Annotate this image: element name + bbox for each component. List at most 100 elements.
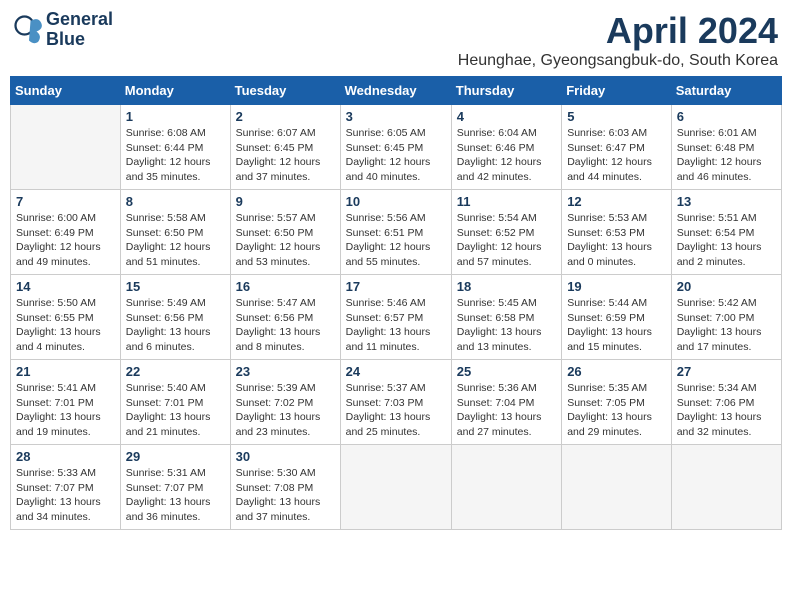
day-number: 8 xyxy=(126,194,225,209)
calendar-header-sunday: Sunday xyxy=(11,77,121,105)
calendar-header-monday: Monday xyxy=(120,77,230,105)
day-info: Sunrise: 6:08 AM Sunset: 6:44 PM Dayligh… xyxy=(126,126,225,185)
calendar-cell: 20 Sunrise: 5:42 AM Sunset: 7:00 PM Dayli… xyxy=(671,275,781,360)
day-number: 30 xyxy=(236,449,335,464)
calendar-cell: 28Sunrise: 5:33 AM Sunset: 7:07 PM Dayli… xyxy=(11,445,121,530)
day-info: Sunrise: 5:47 AM Sunset: 6:56 PM Dayligh… xyxy=(236,296,335,355)
calendar-cell: 14 Sunrise: 5:50 AM Sunset: 6:55 PM Dayli… xyxy=(11,275,121,360)
title-area: April 2024 Heunghae, Gyeongsangbuk-do, S… xyxy=(458,10,778,70)
day-info: Sunrise: 5:46 AM Sunset: 6:57 PM Dayligh… xyxy=(346,296,446,355)
day-info: Sunrise: 5:53 AM Sunset: 6:53 PM Dayligh… xyxy=(567,211,666,270)
calendar-cell: 2 Sunrise: 6:07 AM Sunset: 6:45 PM Daylig… xyxy=(230,105,340,190)
day-number: 18 xyxy=(457,279,556,294)
day-info: Sunrise: 5:57 AM Sunset: 6:50 PM Dayligh… xyxy=(236,211,335,270)
page-header: General Blue April 2024 Heunghae, Gyeong… xyxy=(10,10,782,70)
month-title: April 2024 xyxy=(458,10,778,52)
calendar-week-5: 28Sunrise: 5:33 AM Sunset: 7:07 PM Dayli… xyxy=(11,445,782,530)
day-info: Sunrise: 5:49 AM Sunset: 6:56 PM Dayligh… xyxy=(126,296,225,355)
calendar-cell: 8 Sunrise: 5:58 AM Sunset: 6:50 PM Daylig… xyxy=(120,190,230,275)
day-info: Sunrise: 5:56 AM Sunset: 6:51 PM Dayligh… xyxy=(346,211,446,270)
day-number: 13 xyxy=(677,194,776,209)
day-info: Sunrise: 5:51 AM Sunset: 6:54 PM Dayligh… xyxy=(677,211,776,270)
logo-icon xyxy=(14,15,44,45)
day-number: 17 xyxy=(346,279,446,294)
calendar-week-4: 21 Sunrise: 5:41 AM Sunset: 7:01 PM Dayli… xyxy=(11,360,782,445)
calendar-cell: 7 Sunrise: 6:00 AM Sunset: 6:49 PM Daylig… xyxy=(11,190,121,275)
day-number: 4 xyxy=(457,109,556,124)
day-info: Sunrise: 5:44 AM Sunset: 6:59 PM Dayligh… xyxy=(567,296,666,355)
day-number: 23 xyxy=(236,364,335,379)
day-number: 29 xyxy=(126,449,225,464)
day-number: 25 xyxy=(457,364,556,379)
calendar-cell: 24 Sunrise: 5:37 AM Sunset: 7:03 PM Dayli… xyxy=(340,360,451,445)
calendar-cell: 22 Sunrise: 5:40 AM Sunset: 7:01 PM Dayli… xyxy=(120,360,230,445)
day-number: 16 xyxy=(236,279,335,294)
calendar-week-3: 14 Sunrise: 5:50 AM Sunset: 6:55 PM Dayli… xyxy=(11,275,782,360)
day-info: Sunrise: 6:00 AM Sunset: 6:49 PM Dayligh… xyxy=(16,211,115,270)
day-number: 14 xyxy=(16,279,115,294)
day-info: Sunrise: 5:50 AM Sunset: 6:55 PM Dayligh… xyxy=(16,296,115,355)
day-number: 15 xyxy=(126,279,225,294)
day-info: Sunrise: 5:37 AM Sunset: 7:03 PM Dayligh… xyxy=(346,381,446,440)
calendar-cell: 10 Sunrise: 5:56 AM Sunset: 6:51 PM Dayli… xyxy=(340,190,451,275)
day-number: 24 xyxy=(346,364,446,379)
day-number: 28 xyxy=(16,449,115,464)
day-number: 20 xyxy=(677,279,776,294)
day-info: Sunrise: 5:31 AM Sunset: 7:07 PM Dayligh… xyxy=(126,466,225,525)
logo-text: General Blue xyxy=(46,10,113,50)
calendar-cell: 17 Sunrise: 5:46 AM Sunset: 6:57 PM Dayli… xyxy=(340,275,451,360)
calendar-cell: 1 Sunrise: 6:08 AM Sunset: 6:44 PM Daylig… xyxy=(120,105,230,190)
day-info: Sunrise: 6:03 AM Sunset: 6:47 PM Dayligh… xyxy=(567,126,666,185)
day-number: 9 xyxy=(236,194,335,209)
calendar-cell: 6Sunrise: 6:01 AM Sunset: 6:48 PM Daylig… xyxy=(671,105,781,190)
day-number: 2 xyxy=(236,109,335,124)
day-number: 27 xyxy=(677,364,776,379)
calendar-table: SundayMondayTuesdayWednesdayThursdayFrid… xyxy=(10,76,782,530)
calendar-week-1: 1 Sunrise: 6:08 AM Sunset: 6:44 PM Daylig… xyxy=(11,105,782,190)
location-title: Heunghae, Gyeongsangbuk-do, South Korea xyxy=(458,52,778,70)
day-number: 7 xyxy=(16,194,115,209)
calendar-cell: 21 Sunrise: 5:41 AM Sunset: 7:01 PM Dayli… xyxy=(11,360,121,445)
calendar-cell xyxy=(451,445,561,530)
calendar-header-saturday: Saturday xyxy=(671,77,781,105)
day-info: Sunrise: 5:39 AM Sunset: 7:02 PM Dayligh… xyxy=(236,381,335,440)
calendar-cell: 25 Sunrise: 5:36 AM Sunset: 7:04 PM Dayli… xyxy=(451,360,561,445)
day-info: Sunrise: 6:04 AM Sunset: 6:46 PM Dayligh… xyxy=(457,126,556,185)
calendar-cell xyxy=(562,445,672,530)
day-info: Sunrise: 5:42 AM Sunset: 7:00 PM Dayligh… xyxy=(677,296,776,355)
day-number: 1 xyxy=(126,109,225,124)
calendar-cell: 3Sunrise: 6:05 AM Sunset: 6:45 PM Daylig… xyxy=(340,105,451,190)
day-number: 3 xyxy=(346,109,446,124)
calendar-header-wednesday: Wednesday xyxy=(340,77,451,105)
day-info: Sunrise: 5:35 AM Sunset: 7:05 PM Dayligh… xyxy=(567,381,666,440)
calendar-header-tuesday: Tuesday xyxy=(230,77,340,105)
day-number: 22 xyxy=(126,364,225,379)
calendar-cell: 19 Sunrise: 5:44 AM Sunset: 6:59 PM Dayli… xyxy=(562,275,672,360)
calendar-header-row: SundayMondayTuesdayWednesdayThursdayFrid… xyxy=(11,77,782,105)
calendar-cell: 4 Sunrise: 6:04 AM Sunset: 6:46 PM Daylig… xyxy=(451,105,561,190)
logo: General Blue xyxy=(14,10,113,50)
day-number: 10 xyxy=(346,194,446,209)
calendar-cell: 9 Sunrise: 5:57 AM Sunset: 6:50 PM Daylig… xyxy=(230,190,340,275)
calendar-cell: 5Sunrise: 6:03 AM Sunset: 6:47 PM Daylig… xyxy=(562,105,672,190)
day-info: Sunrise: 5:45 AM Sunset: 6:58 PM Dayligh… xyxy=(457,296,556,355)
calendar-cell: 27Sunrise: 5:34 AM Sunset: 7:06 PM Dayli… xyxy=(671,360,781,445)
day-number: 11 xyxy=(457,194,556,209)
day-info: Sunrise: 5:41 AM Sunset: 7:01 PM Dayligh… xyxy=(16,381,115,440)
calendar-cell: 23 Sunrise: 5:39 AM Sunset: 7:02 PM Dayli… xyxy=(230,360,340,445)
day-info: Sunrise: 5:58 AM Sunset: 6:50 PM Dayligh… xyxy=(126,211,225,270)
day-info: Sunrise: 5:40 AM Sunset: 7:01 PM Dayligh… xyxy=(126,381,225,440)
day-info: Sunrise: 5:36 AM Sunset: 7:04 PM Dayligh… xyxy=(457,381,556,440)
calendar-cell: 29 Sunrise: 5:31 AM Sunset: 7:07 PM Dayli… xyxy=(120,445,230,530)
calendar-cell xyxy=(340,445,451,530)
day-number: 19 xyxy=(567,279,666,294)
day-number: 12 xyxy=(567,194,666,209)
calendar-week-2: 7 Sunrise: 6:00 AM Sunset: 6:49 PM Daylig… xyxy=(11,190,782,275)
day-number: 21 xyxy=(16,364,115,379)
day-info: Sunrise: 6:07 AM Sunset: 6:45 PM Dayligh… xyxy=(236,126,335,185)
calendar-header-friday: Friday xyxy=(562,77,672,105)
calendar-cell: 16 Sunrise: 5:47 AM Sunset: 6:56 PM Dayli… xyxy=(230,275,340,360)
day-info: Sunrise: 5:54 AM Sunset: 6:52 PM Dayligh… xyxy=(457,211,556,270)
calendar-cell xyxy=(671,445,781,530)
day-info: Sunrise: 5:30 AM Sunset: 7:08 PM Dayligh… xyxy=(236,466,335,525)
